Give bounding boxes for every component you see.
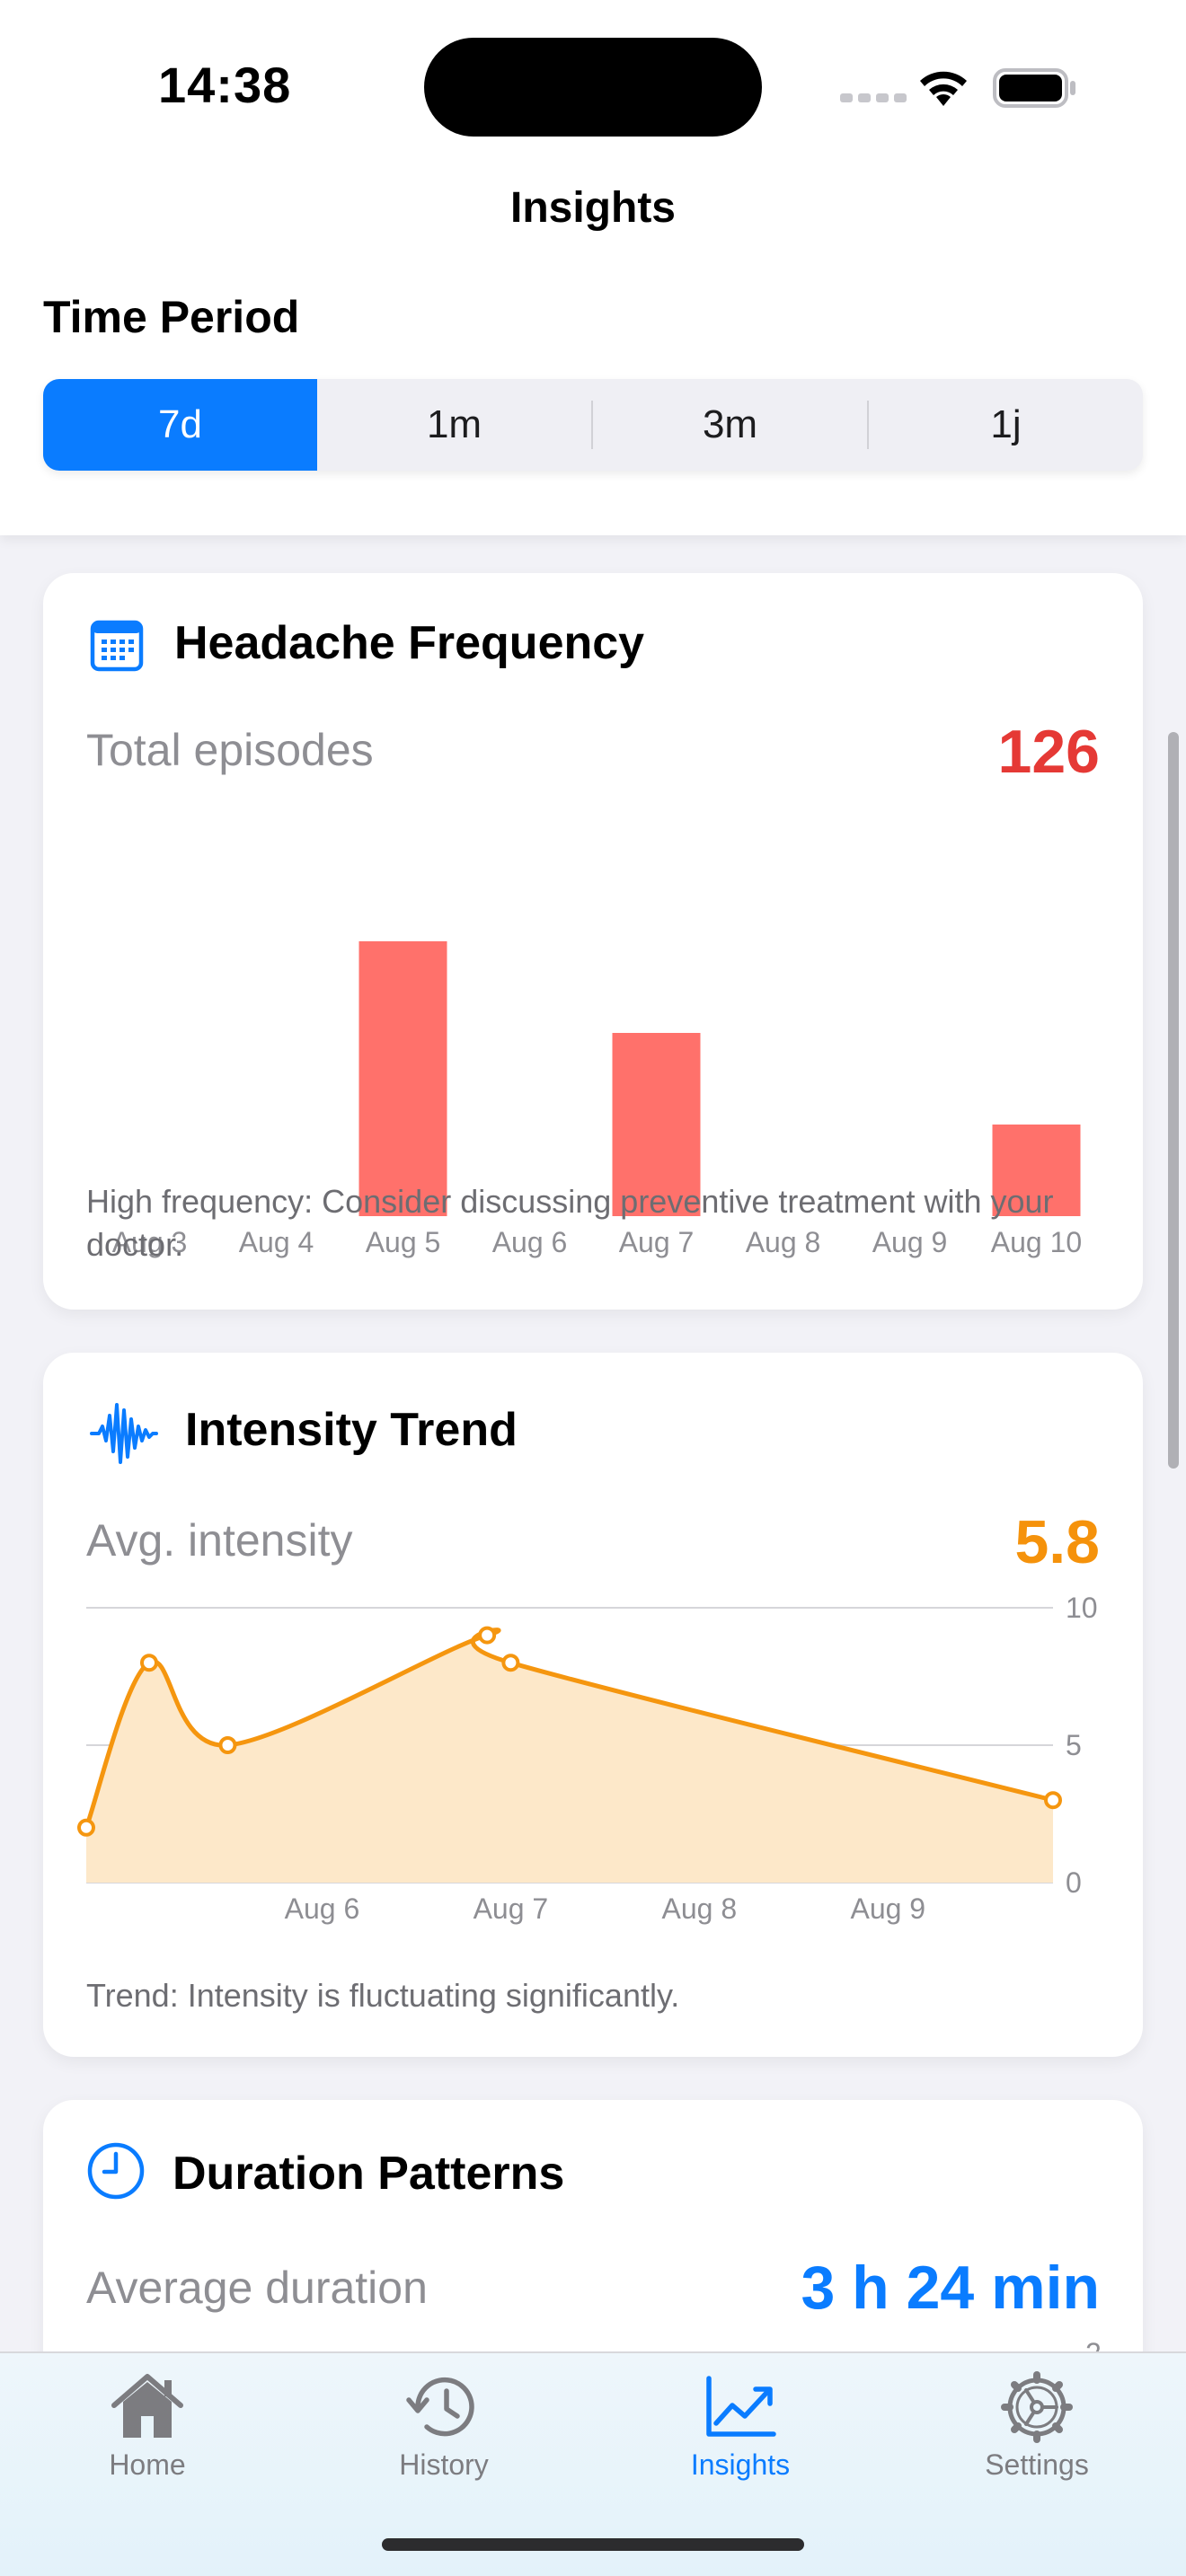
tab-history-label: History — [399, 2448, 489, 2481]
battery-icon — [993, 68, 1075, 108]
y-tick-label: 5 — [1066, 1729, 1082, 1761]
home-indicator[interactable] — [382, 2538, 804, 2551]
tab-insights[interactable]: Insights — [642, 2371, 839, 2506]
tab-home[interactable]: Home — [49, 2371, 246, 2506]
intensity-point — [139, 1654, 158, 1672]
intensity-trend-card: Intensity Trend Avg. intensity 5.8 0 5 10 A… — [43, 1353, 1143, 2057]
total-episodes-value: 126 — [997, 718, 1100, 786]
intensity-area-chart: 0 5 10 Aug 6 Aug 7 Aug 8 Aug 9 — [77, 1592, 1098, 1925]
segment-7d[interactable]: 7d — [43, 379, 317, 471]
intensity-card-title: Intensity Trend — [185, 1404, 518, 1456]
status-time: 14:38 — [158, 57, 292, 113]
frequency-card-title: Headache Frequency — [174, 617, 645, 669]
total-episodes-label: Total episodes — [86, 725, 374, 775]
avg-intensity-label: Avg. intensity — [86, 1515, 353, 1566]
clock-icon — [87, 2142, 145, 2200]
intensity-point — [218, 1736, 237, 1754]
dynamic-island — [424, 38, 762, 137]
calendar-icon — [90, 620, 144, 672]
wifi-icon — [920, 71, 967, 106]
tab-insights-label: Insights — [690, 2448, 791, 2481]
tab-home-label: Home — [109, 2448, 186, 2481]
frequency-bar-chart: Aug 3 Aug 4 Aug 5 Aug 6 Aug 7 Aug 8 Aug 9 Aug 1… — [112, 941, 1082, 1258]
clock-arrow-icon — [406, 2377, 474, 2437]
top-header: 14:38 Insights Time Period 7d 1m 3m 1j — [0, 0, 1186, 535]
x-tick-label: Aug 7 — [474, 1892, 549, 1925]
house-icon — [111, 2374, 183, 2438]
segment-1m[interactable]: 1m — [317, 379, 591, 471]
intensity-point — [478, 1626, 497, 1645]
average-duration-label: Average duration — [86, 2263, 428, 2313]
signal-icon — [840, 93, 907, 102]
tab-settings-label: Settings — [985, 2448, 1089, 2481]
y-tick-label: 10 — [1066, 1592, 1098, 1624]
intensity-area-fill — [86, 1629, 1053, 1883]
y-tick-label: 0 — [1066, 1866, 1082, 1899]
segment-1j[interactable]: 1j — [869, 379, 1143, 471]
tab-history[interactable]: History — [345, 2371, 543, 2506]
avg-intensity-value: 5.8 — [1014, 1508, 1100, 1576]
intensity-point — [1044, 1791, 1062, 1810]
tab-settings[interactable]: Settings — [938, 2371, 1136, 2506]
intensity-note: Trend: Intensity is fluctuating signific… — [86, 1977, 680, 2014]
segment-3m[interactable]: 3m — [593, 379, 867, 471]
intensity-point — [501, 1654, 520, 1672]
x-tick-label: Aug 6 — [285, 1892, 360, 1925]
frequency-note: High frequency: Consider discussing prev… — [86, 1183, 1054, 1263]
time-period-label: Time Period — [43, 292, 300, 342]
insights-screen: 14:38 Insights Time Period 7d 1m 3m 1j H… — [0, 0, 1186, 2576]
x-tick-label: Aug 8 — [662, 1892, 738, 1925]
bar-aug-5 — [358, 941, 447, 1216]
page-title: Insights — [509, 184, 676, 232]
intensity-point — [77, 1818, 95, 1837]
duration-card-title: Duration Patterns — [173, 2148, 565, 2200]
average-duration-value: 3 h 24 min — [801, 2254, 1100, 2322]
x-tick-label: Aug 9 — [850, 1892, 925, 1925]
gear-icon — [1001, 2371, 1073, 2443]
headache-frequency-card: Headache Frequency Total episodes 126 Au… — [43, 573, 1143, 1310]
time-period-control: 7d 1m 3m 1j — [43, 379, 1143, 471]
chart-trend-icon — [706, 2376, 776, 2437]
scroll-indicator[interactable] — [1168, 732, 1179, 1469]
waveform-icon — [90, 1403, 158, 1464]
